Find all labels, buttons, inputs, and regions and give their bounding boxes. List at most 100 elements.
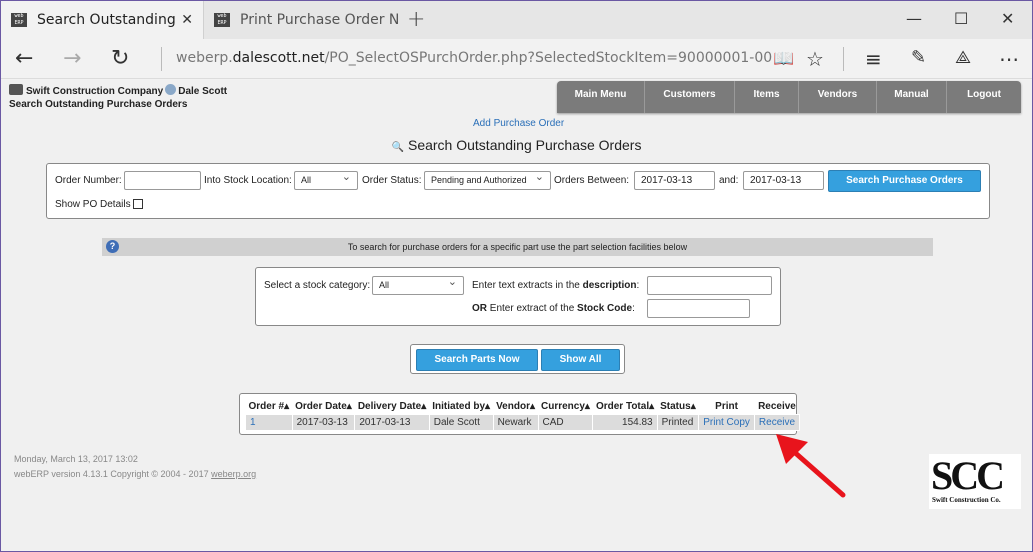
- show-po-details-label: Show PO Details: [55, 199, 131, 210]
- stock-location-label: Into Stock Location:: [204, 175, 292, 186]
- sort-arrow-icon: ▴: [485, 401, 491, 412]
- user-name[interactable]: Dale Scott: [178, 86, 227, 97]
- tab-title: Print Purchase Order Numb: [240, 12, 400, 28]
- back-arrow-icon[interactable]: ←: [15, 46, 33, 71]
- part-selection-form: Select a stock category: All Enter text …: [255, 267, 781, 326]
- new-tab-button[interactable]: +: [407, 7, 425, 32]
- stock-category-select[interactable]: All: [372, 275, 464, 295]
- footer-date: Monday, March 13, 2017 13:02: [14, 454, 138, 464]
- col-order-total[interactable]: Order Total▴: [593, 399, 657, 415]
- menu-customers[interactable]: Customers: [645, 81, 735, 113]
- col-label: Delivery Date: [357, 401, 422, 412]
- sort-arrow-icon: ▴: [584, 401, 590, 412]
- share-icon[interactable]: ⟁: [955, 47, 971, 68]
- tab-title: Search Outstanding Pur: [37, 12, 177, 28]
- col-status[interactable]: Status▴: [657, 399, 699, 415]
- hub-icon[interactable]: ≡: [865, 47, 882, 71]
- main-title-text: Search Outstanding Purchase Orders: [407, 137, 642, 153]
- results-table: Order #▴ Order Date▴ Delivery Date▴ Init…: [245, 399, 801, 431]
- order-total-cell: 154.83: [592, 414, 658, 431]
- results-header-row: Order #▴ Order Date▴ Delivery Date▴ Init…: [246, 399, 800, 415]
- and-label: and:: [719, 175, 739, 186]
- minimize-button[interactable]: —: [906, 9, 922, 28]
- orders-between-label: Orders Between:: [554, 175, 630, 186]
- address-bar: ← → ↻ weberp.dalescott.net/PO_SelectOSPu…: [1, 39, 1032, 79]
- menu-manual[interactable]: Manual: [877, 81, 947, 113]
- logo-subtext: Swift Construction Co.: [932, 496, 1001, 504]
- url-field[interactable]: weberp.dalescott.net/PO_SelectOSPurchOrd…: [176, 50, 772, 66]
- stock-code-input[interactable]: [647, 299, 750, 318]
- desc-label-bold: description: [582, 280, 637, 291]
- main-menu: Main Menu Customers Items Vendors Manual…: [557, 81, 1021, 113]
- magnifier-icon: 🔍: [391, 142, 404, 153]
- search-purchase-orders-button[interactable]: Search Purchase Orders: [828, 170, 981, 192]
- currency-cell: CAD: [537, 414, 594, 431]
- col-label: Status: [660, 401, 691, 412]
- footer-version: webERP version 4.13.1 Copyright © 2004 -…: [14, 469, 256, 479]
- web-note-icon[interactable]: ✎: [911, 47, 926, 68]
- date-from-input[interactable]: 2017-03-13: [634, 171, 715, 190]
- weberp-link[interactable]: weberp.org: [211, 469, 256, 479]
- order-number-input[interactable]: [124, 171, 201, 190]
- date-to-input[interactable]: 2017-03-13: [743, 171, 824, 190]
- order-number-link[interactable]: 1: [245, 414, 293, 431]
- weberp-favicon-icon: web ERP: [11, 13, 27, 27]
- col-currency[interactable]: Currency▴: [538, 399, 593, 415]
- show-po-details-checkbox[interactable]: [133, 199, 143, 209]
- stock-category-label: Select a stock category:: [264, 280, 371, 291]
- more-icon[interactable]: ⋯: [999, 47, 1019, 71]
- part-search-buttons: Search Parts Now Show All: [410, 344, 625, 374]
- close-window-button[interactable]: ✕: [1001, 9, 1014, 28]
- col-print: Print: [715, 401, 738, 412]
- add-purchase-order-link[interactable]: Add Purchase Order: [473, 118, 564, 129]
- user-icon: [165, 84, 177, 95]
- company-logo: SCC Swift Construction Co.: [929, 453, 1021, 509]
- help-icon: ?: [106, 240, 119, 253]
- main-title: 🔍 Search Outstanding Purchase Orders: [1, 137, 1032, 153]
- vendor-cell: Newark: [492, 414, 539, 431]
- col-order-date[interactable]: Order Date▴: [292, 399, 355, 415]
- col-vendor[interactable]: Vendor▴: [493, 399, 538, 415]
- order-status-select[interactable]: Pending and Authorized: [424, 170, 551, 190]
- col-delivery-date[interactable]: Delivery Date▴: [355, 399, 429, 415]
- divider: [843, 47, 844, 71]
- initiated-by-cell: Dale Scott: [428, 414, 494, 431]
- forward-arrow-icon[interactable]: →: [63, 46, 81, 71]
- url-prefix: weberp.: [176, 50, 233, 66]
- description-label: Enter text extracts in the description:: [472, 280, 639, 291]
- search-parts-now-button[interactable]: Search Parts Now: [416, 349, 538, 371]
- col-initiated-by[interactable]: Initiated by▴: [429, 399, 493, 415]
- stock-location-select[interactable]: All: [294, 170, 358, 190]
- stock-code-label: OR Enter extract of the Stock Code:: [472, 303, 635, 314]
- col-label: Order Date: [295, 401, 347, 412]
- close-tab-icon[interactable]: ✕: [181, 12, 193, 28]
- refresh-icon[interactable]: ↻: [111, 46, 129, 71]
- or-label: OR: [472, 303, 487, 314]
- print-copy-link[interactable]: Print Copy: [698, 414, 755, 431]
- desc-label-suffix: :: [636, 280, 640, 291]
- tab-print-purchase-order[interactable]: web ERP Print Purchase Order Numb: [203, 1, 405, 39]
- page-subtitle: Search Outstanding Purchase Orders: [9, 99, 188, 110]
- menu-main-menu[interactable]: Main Menu: [557, 81, 645, 113]
- sort-arrow-icon: ▴: [649, 401, 655, 412]
- col-order-number[interactable]: Order #▴: [246, 399, 293, 415]
- receive-link[interactable]: Receive: [753, 414, 801, 431]
- show-all-button[interactable]: Show All: [541, 349, 620, 371]
- order-date-cell: 2017-03-13: [291, 414, 356, 431]
- reading-view-icon[interactable]: 📖: [773, 49, 794, 69]
- menu-items[interactable]: Items: [735, 81, 799, 113]
- code-label-mid: Enter extract of the: [487, 303, 578, 314]
- description-input[interactable]: [647, 276, 772, 295]
- menu-vendors[interactable]: Vendors: [799, 81, 877, 113]
- logo-text: SCC: [931, 453, 1005, 498]
- info-message: To search for purchase orders for a spec…: [347, 242, 688, 252]
- menu-logout[interactable]: Logout: [947, 81, 1021, 113]
- tab-search-outstanding[interactable]: web ERP Search Outstanding Pur ✕: [1, 1, 203, 39]
- tab-strip: web ERP Search Outstanding Pur ✕ web ERP…: [1, 1, 1032, 39]
- company-name[interactable]: Swift Construction Company: [26, 86, 163, 97]
- favorite-star-icon[interactable]: ☆: [806, 47, 824, 71]
- sort-arrow-icon: ▴: [284, 401, 290, 412]
- col-label: Vendor: [496, 401, 530, 412]
- maximize-button[interactable]: ☐: [954, 9, 968, 28]
- company-icon: [9, 84, 23, 95]
